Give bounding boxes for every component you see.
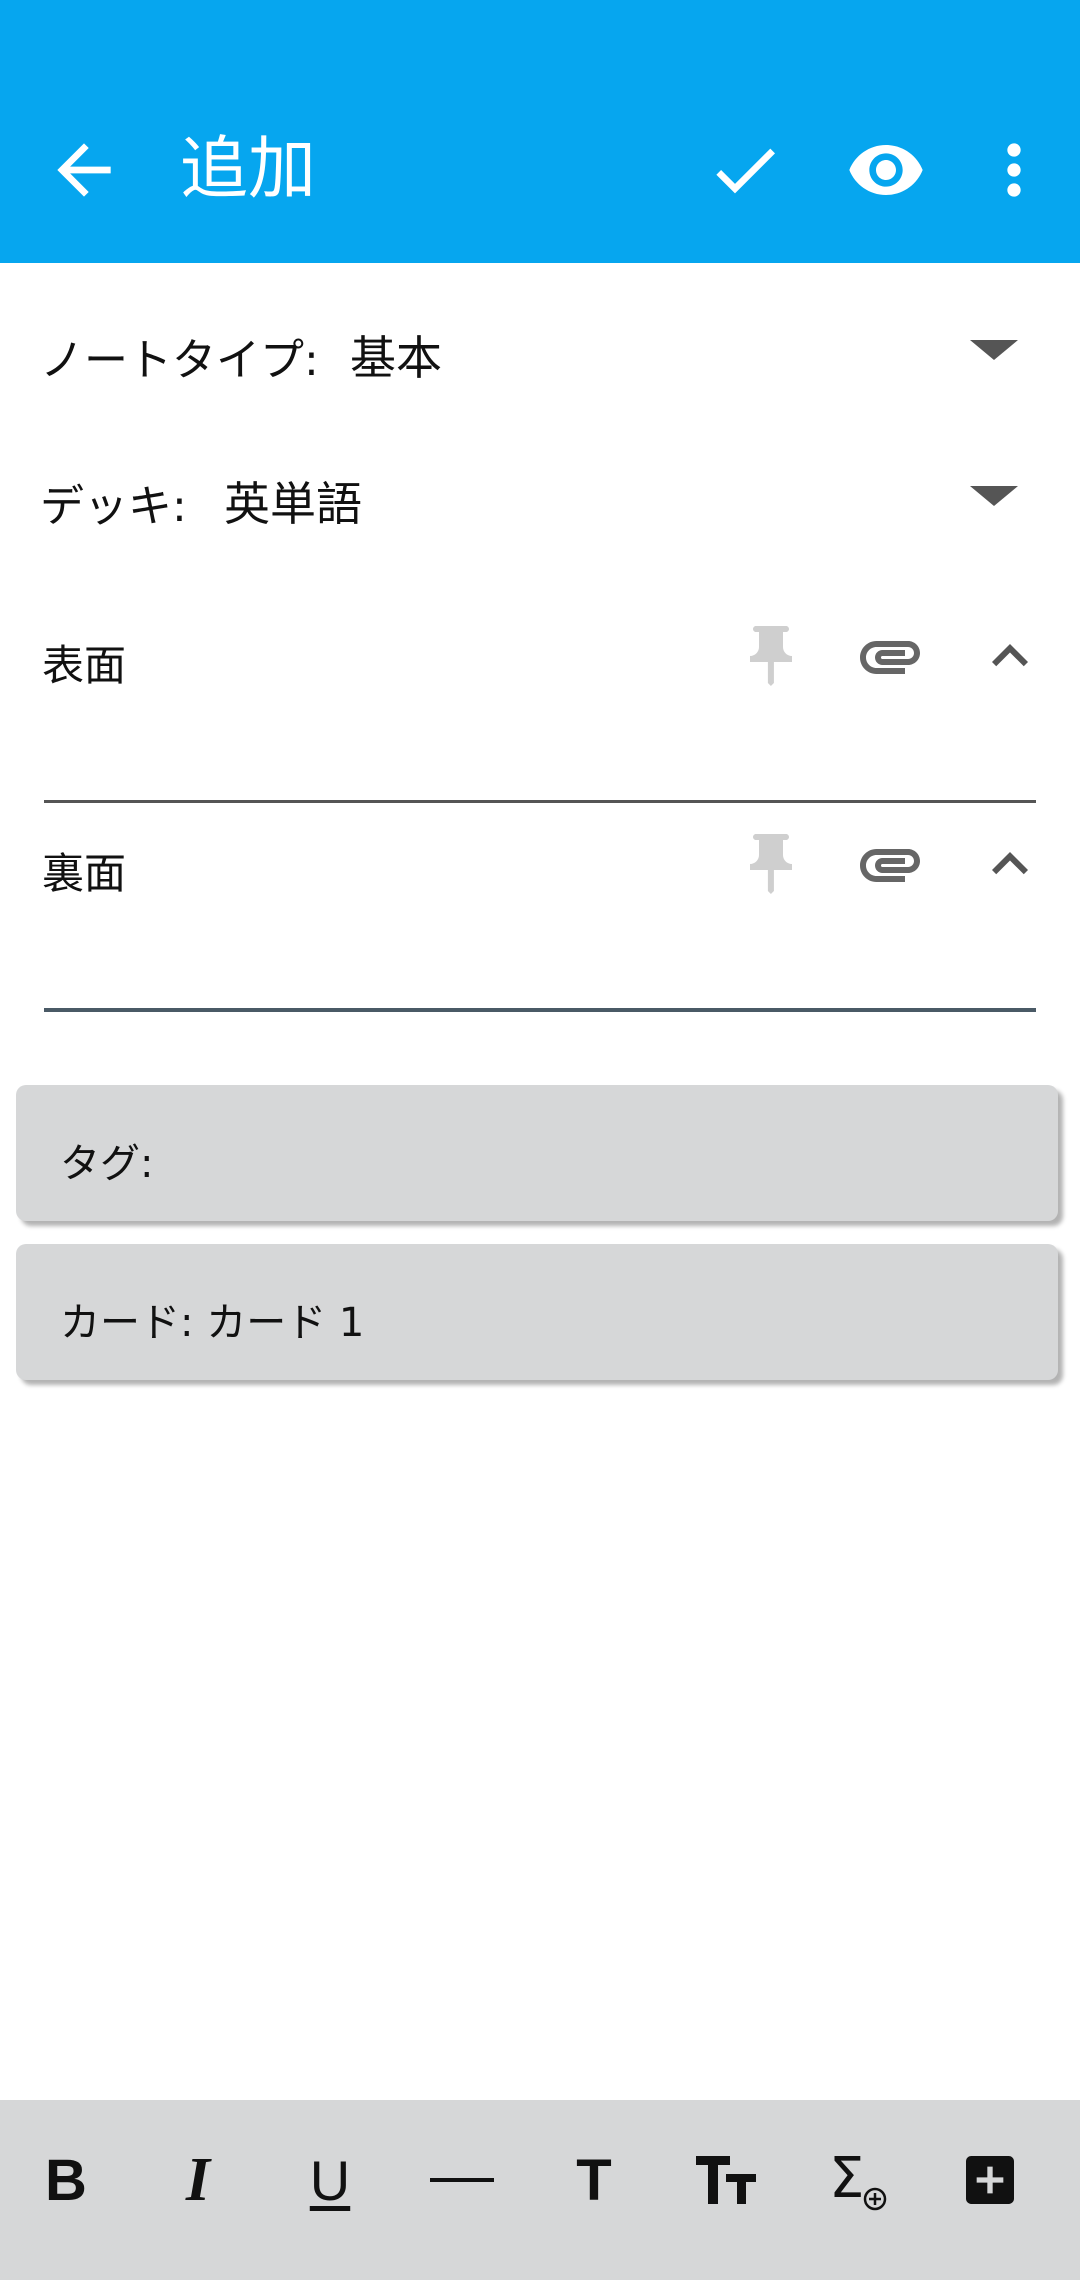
note-type-label: ノートタイプ:	[40, 335, 319, 386]
collapse-icon[interactable]	[974, 828, 1046, 900]
field-front: 表面	[0, 620, 1080, 810]
note-type-value: 基本	[350, 331, 442, 385]
attachment-icon[interactable]	[854, 828, 926, 900]
formatting-toolbar: B I U T Σ	[0, 2100, 1080, 2280]
underline-label: U	[309, 2148, 351, 2212]
dropdown-arrow-icon[interactable]	[966, 476, 1022, 516]
deck-label: デッキ:	[40, 481, 187, 532]
pin-icon[interactable]	[735, 620, 807, 692]
tags-button[interactable]: タグ:	[16, 1085, 1058, 1221]
eye-icon[interactable]	[846, 130, 926, 210]
field-label: 裏面	[42, 849, 127, 898]
app-bar: 追加	[0, 0, 1080, 263]
bold-label: B	[45, 2147, 87, 2213]
pin-icon[interactable]	[735, 828, 807, 900]
more-vert-icon[interactable]	[974, 130, 1054, 210]
horizontal-rule-icon[interactable]	[412, 2130, 512, 2230]
text-size-icon[interactable]	[676, 2130, 776, 2230]
field-label: 表面	[42, 641, 127, 690]
text-icon[interactable]: T	[544, 2130, 644, 2230]
cards-label: カード: カード 1	[60, 1300, 365, 1346]
collapse-icon[interactable]	[974, 620, 1046, 692]
field-back: 裏面	[0, 828, 1080, 1018]
check-icon[interactable]	[705, 130, 785, 210]
dropdown-arrow-icon[interactable]	[966, 330, 1022, 370]
note-type-selector[interactable]: ノートタイプ: 基本	[0, 310, 1080, 390]
field-input-underline[interactable]	[44, 800, 1036, 803]
underline-icon[interactable]: U	[280, 2130, 380, 2230]
svg-text:Σ: Σ	[829, 2146, 864, 2211]
italic-icon[interactable]: I	[148, 2130, 248, 2230]
tags-label: タグ:	[60, 1141, 154, 1187]
text-label: T	[576, 2147, 612, 2213]
deck-value: 英単語	[224, 477, 362, 531]
math-icon[interactable]: Σ	[808, 2130, 908, 2230]
deck-selector[interactable]: デッキ: 英単語	[0, 456, 1080, 536]
field-input-underline[interactable]	[44, 1008, 1036, 1012]
cards-button[interactable]: カード: カード 1	[16, 1244, 1058, 1380]
page-title: 追加	[180, 130, 317, 209]
bold-icon[interactable]: B	[16, 2130, 116, 2230]
attachment-icon[interactable]	[854, 620, 926, 692]
italic-label: I	[185, 2145, 211, 2214]
back-arrow-icon[interactable]	[44, 130, 124, 210]
add-box-icon[interactable]	[940, 2130, 1040, 2230]
